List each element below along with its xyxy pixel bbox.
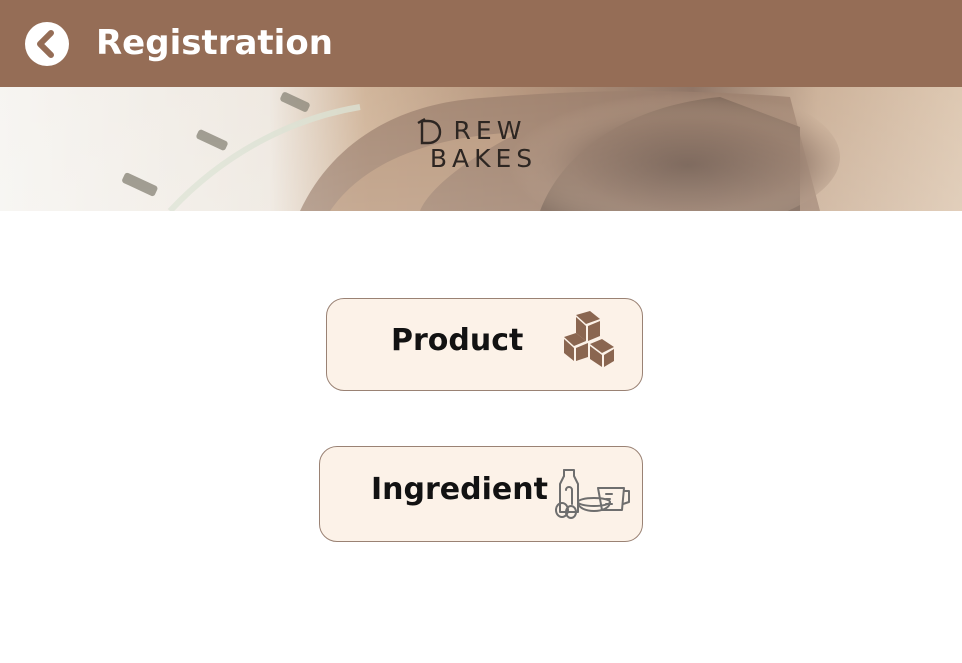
brand-banner bbox=[0, 87, 962, 211]
page-title: Registration bbox=[96, 23, 333, 63]
header-bar: Registration bbox=[0, 0, 962, 87]
ingredient-button[interactable]: Ingredient bbox=[319, 446, 643, 542]
ingredient-label: Ingredient bbox=[371, 472, 548, 507]
product-button[interactable]: Product bbox=[326, 298, 643, 391]
chevron-left-icon bbox=[37, 30, 54, 58]
registration-screen: Registration REW BAKES Product Ingredien… bbox=[0, 0, 962, 663]
boxes-icon bbox=[564, 311, 614, 367]
baking-ingredients-icon bbox=[555, 469, 630, 519]
back-button[interactable] bbox=[25, 22, 69, 66]
logo-d-mark bbox=[417, 117, 442, 145]
product-label: Product bbox=[391, 323, 524, 358]
brownie-banner-image bbox=[0, 87, 962, 211]
